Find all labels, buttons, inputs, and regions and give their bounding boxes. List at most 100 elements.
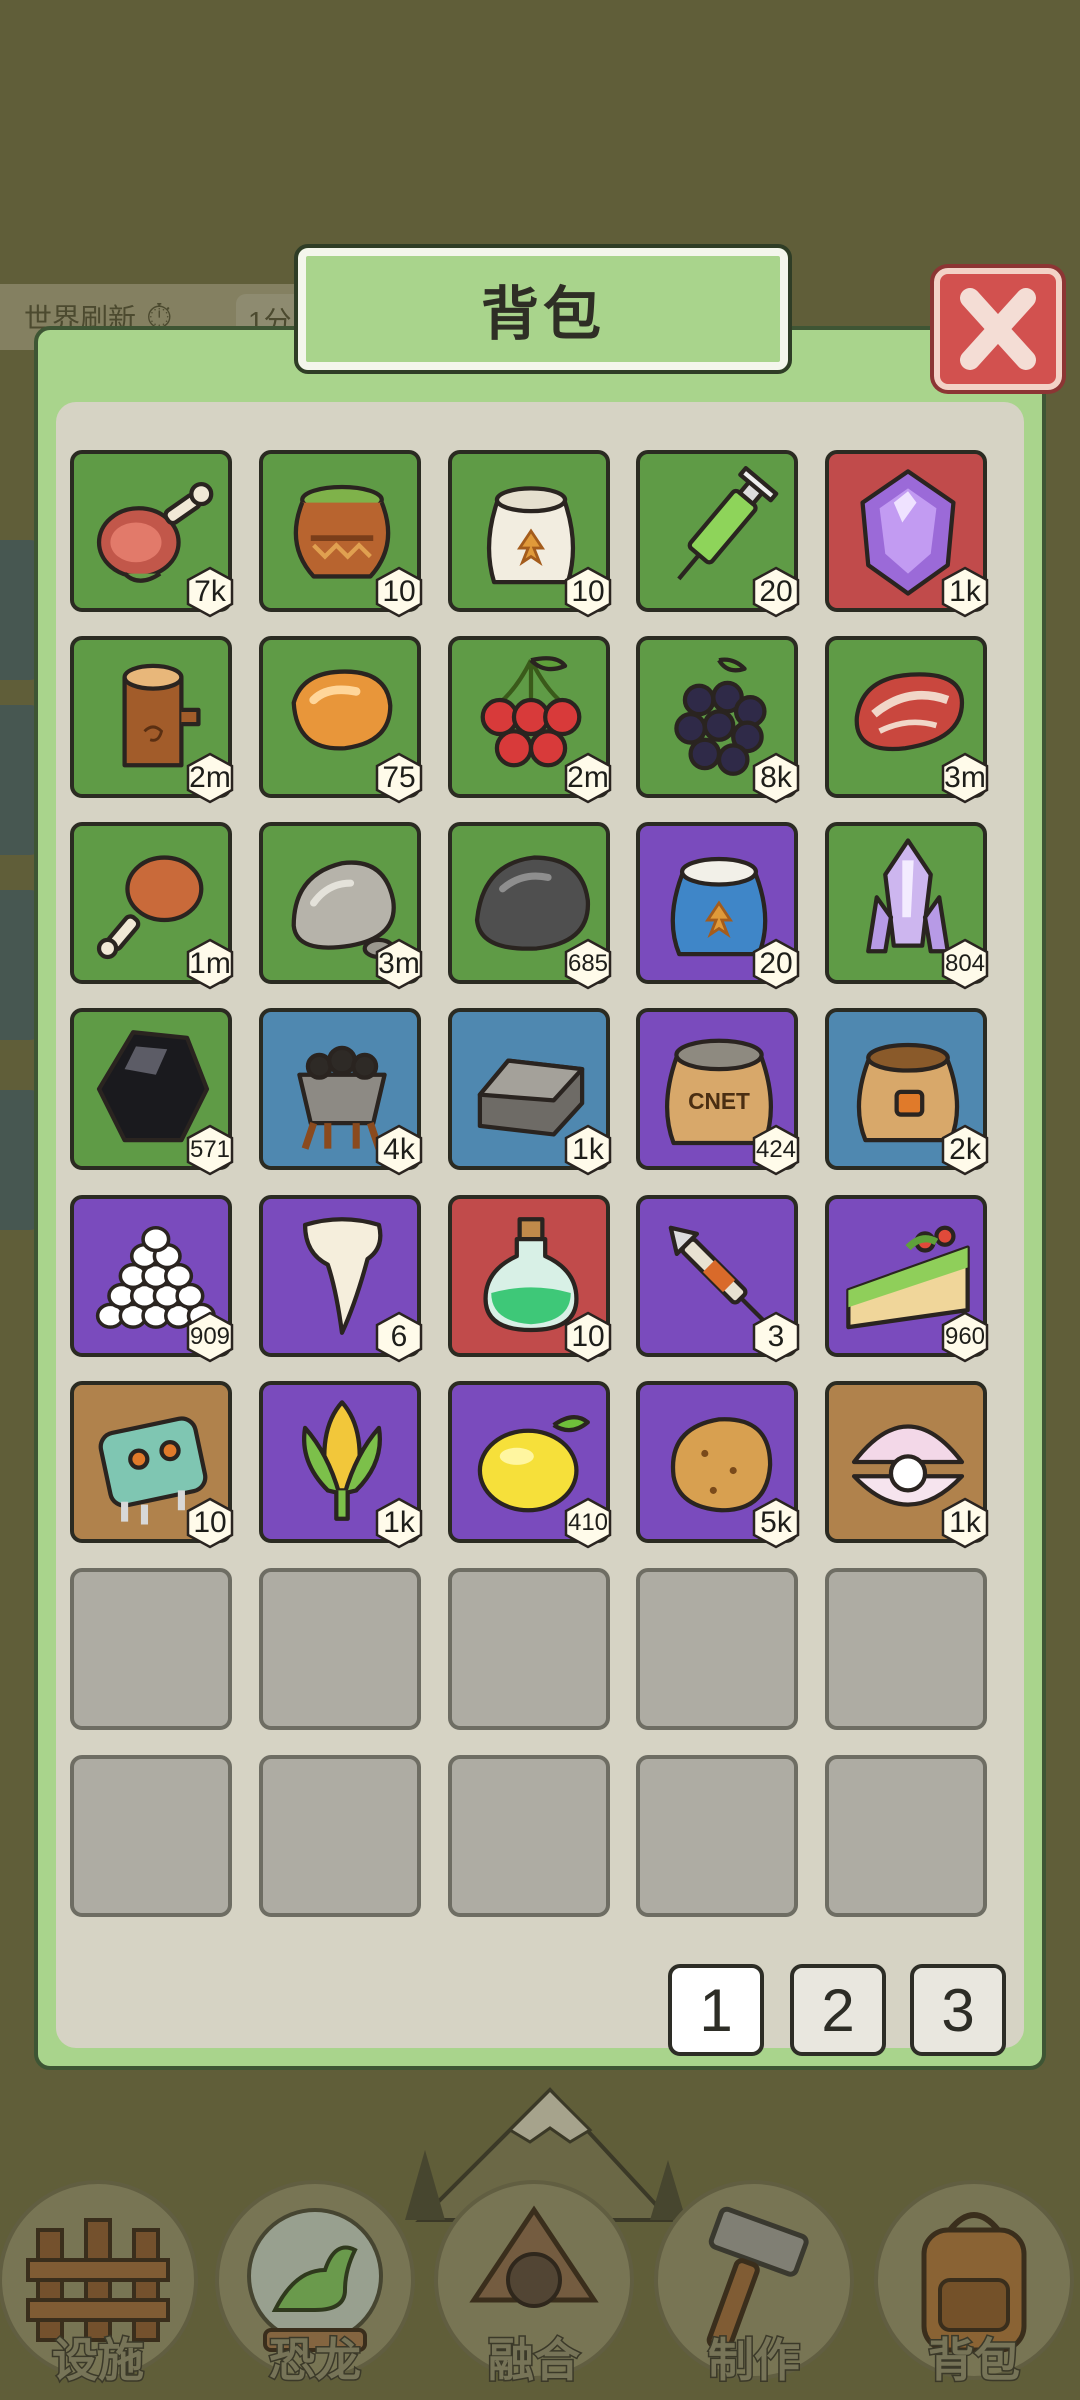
item-count-badge: 909	[184, 1311, 236, 1363]
page-button-2[interactable]: 2	[790, 1964, 886, 2056]
page-button-1[interactable]: 1	[668, 1964, 764, 2056]
inventory-slot[interactable]: 1k	[825, 450, 989, 618]
item-count: 10	[571, 1320, 605, 1353]
item-count-badge: 20	[750, 566, 802, 618]
empty-slot[interactable]	[70, 1755, 232, 1917]
item-count: 2k	[949, 1133, 981, 1166]
empty-slot[interactable]	[448, 1755, 610, 1917]
inventory-slot[interactable]: 2k	[825, 1008, 989, 1176]
item-count: 1k	[383, 1506, 415, 1539]
inventory-slot[interactable]: 20	[636, 822, 800, 990]
item-count-badge: 2m	[562, 752, 614, 804]
inventory-slot[interactable]: 10	[448, 450, 612, 618]
item-count-badge: 424	[750, 1124, 802, 1176]
item-count: 10	[382, 575, 416, 608]
inventory-slot[interactable]: 3m	[825, 636, 989, 804]
item-count-badge: 1k	[562, 1124, 614, 1176]
inventory-slot[interactable]: 75	[259, 636, 423, 804]
inventory-slot[interactable]: 2m	[448, 636, 612, 804]
item-count: 8k	[760, 761, 792, 794]
item-count: 2m	[567, 761, 609, 794]
item-count-badge: 7k	[184, 566, 236, 618]
item-count-badge: 1k	[939, 566, 991, 618]
empty-slot[interactable]	[448, 1568, 610, 1730]
inventory-slot[interactable]: 1k	[448, 1008, 612, 1176]
item-count-badge: 1m	[184, 938, 236, 990]
item-count-badge: 20	[750, 938, 802, 990]
inventory-slot[interactable]: 5k	[636, 1381, 800, 1549]
empty-slot[interactable]	[70, 1568, 232, 1730]
item-count-badge: 3m	[939, 752, 991, 804]
item-count: 75	[382, 761, 416, 794]
inventory-slot[interactable]: 410	[448, 1381, 612, 1549]
item-count-badge: 685	[562, 938, 614, 990]
inventory-slot[interactable]: 909	[70, 1195, 234, 1363]
item-count-badge: 10	[373, 566, 425, 618]
item-count-badge: 5k	[750, 1497, 802, 1549]
item-count-badge: 75	[373, 752, 425, 804]
page-button-3[interactable]: 3	[910, 1964, 1006, 2056]
empty-slot[interactable]	[825, 1755, 987, 1917]
item-count: 20	[759, 575, 793, 608]
item-count: 960	[944, 1323, 986, 1350]
item-count: 10	[571, 575, 605, 608]
item-count: 685	[567, 950, 609, 977]
inventory-slot[interactable]: 804	[825, 822, 989, 990]
empty-slot[interactable]	[636, 1568, 798, 1730]
item-count: 2m	[189, 761, 231, 794]
empty-slot[interactable]	[825, 1568, 987, 1730]
inventory-slot[interactable]: CNET 424	[636, 1008, 800, 1176]
item-count: 410	[567, 1509, 609, 1536]
item-count-badge: 960	[939, 1311, 991, 1363]
item-count: 10	[193, 1506, 227, 1539]
item-count-badge: 1k	[939, 1497, 991, 1549]
item-count-badge: 6	[373, 1311, 425, 1363]
item-count-badge: 804	[939, 938, 991, 990]
inventory-slot[interactable]: 1m	[70, 822, 234, 990]
item-count: 20	[759, 947, 793, 980]
item-count: 571	[189, 1136, 231, 1163]
inventory-slot[interactable]: 10	[70, 1381, 234, 1549]
inventory-slot[interactable]: 960	[825, 1195, 989, 1363]
item-count-badge: 2k	[939, 1124, 991, 1176]
item-count: 5k	[760, 1506, 792, 1539]
item-count-badge: 1k	[373, 1497, 425, 1549]
item-count: 3m	[944, 761, 986, 794]
inventory-slot[interactable]: 10	[259, 450, 423, 618]
inventory-slot[interactable]: 571	[70, 1008, 234, 1176]
inventory-slot[interactable]: 4k	[259, 1008, 423, 1176]
item-count: 1k	[949, 1506, 981, 1539]
empty-slot[interactable]	[259, 1568, 421, 1730]
item-count-badge: 3m	[373, 938, 425, 990]
inventory-slot[interactable]: 3m	[259, 822, 423, 990]
item-count-badge: 10	[562, 566, 614, 618]
item-count-badge: 8k	[750, 752, 802, 804]
inventory-slot[interactable]: 685	[448, 822, 612, 990]
backpack-title: 背包	[480, 282, 605, 347]
item-count-badge: 10	[562, 1311, 614, 1363]
inventory-slot[interactable]: 1k	[825, 1381, 989, 1549]
inventory-slot[interactable]: 10	[448, 1195, 612, 1363]
item-count-badge: 571	[184, 1124, 236, 1176]
item-count: 804	[944, 950, 986, 977]
item-count-badge: 4k	[373, 1124, 425, 1176]
empty-slot[interactable]	[636, 1755, 798, 1917]
backpack-title-banner: 背包	[294, 244, 792, 374]
inventory-slot[interactable]: 1k	[259, 1381, 423, 1549]
item-count: 4k	[383, 1133, 415, 1166]
inventory-slot[interactable]: 7k	[70, 450, 234, 618]
item-count: 3m	[378, 947, 420, 980]
inventory-slot[interactable]: 8k	[636, 636, 800, 804]
close-button[interactable]	[934, 268, 1062, 390]
item-count-badge: 3	[750, 1311, 802, 1363]
item-count-badge: 10	[184, 1497, 236, 1549]
item-count: 1k	[949, 575, 981, 608]
inventory-slot[interactable]: 2m	[70, 636, 234, 804]
empty-slot[interactable]	[259, 1755, 421, 1917]
item-count: 3	[767, 1320, 785, 1353]
inventory-slot[interactable]: 3	[636, 1195, 800, 1363]
inventory-slot[interactable]: 20	[636, 450, 800, 618]
item-count: 7k	[194, 575, 226, 608]
inventory-slot[interactable]: 6	[259, 1195, 423, 1363]
item-count: 424	[755, 1136, 797, 1163]
